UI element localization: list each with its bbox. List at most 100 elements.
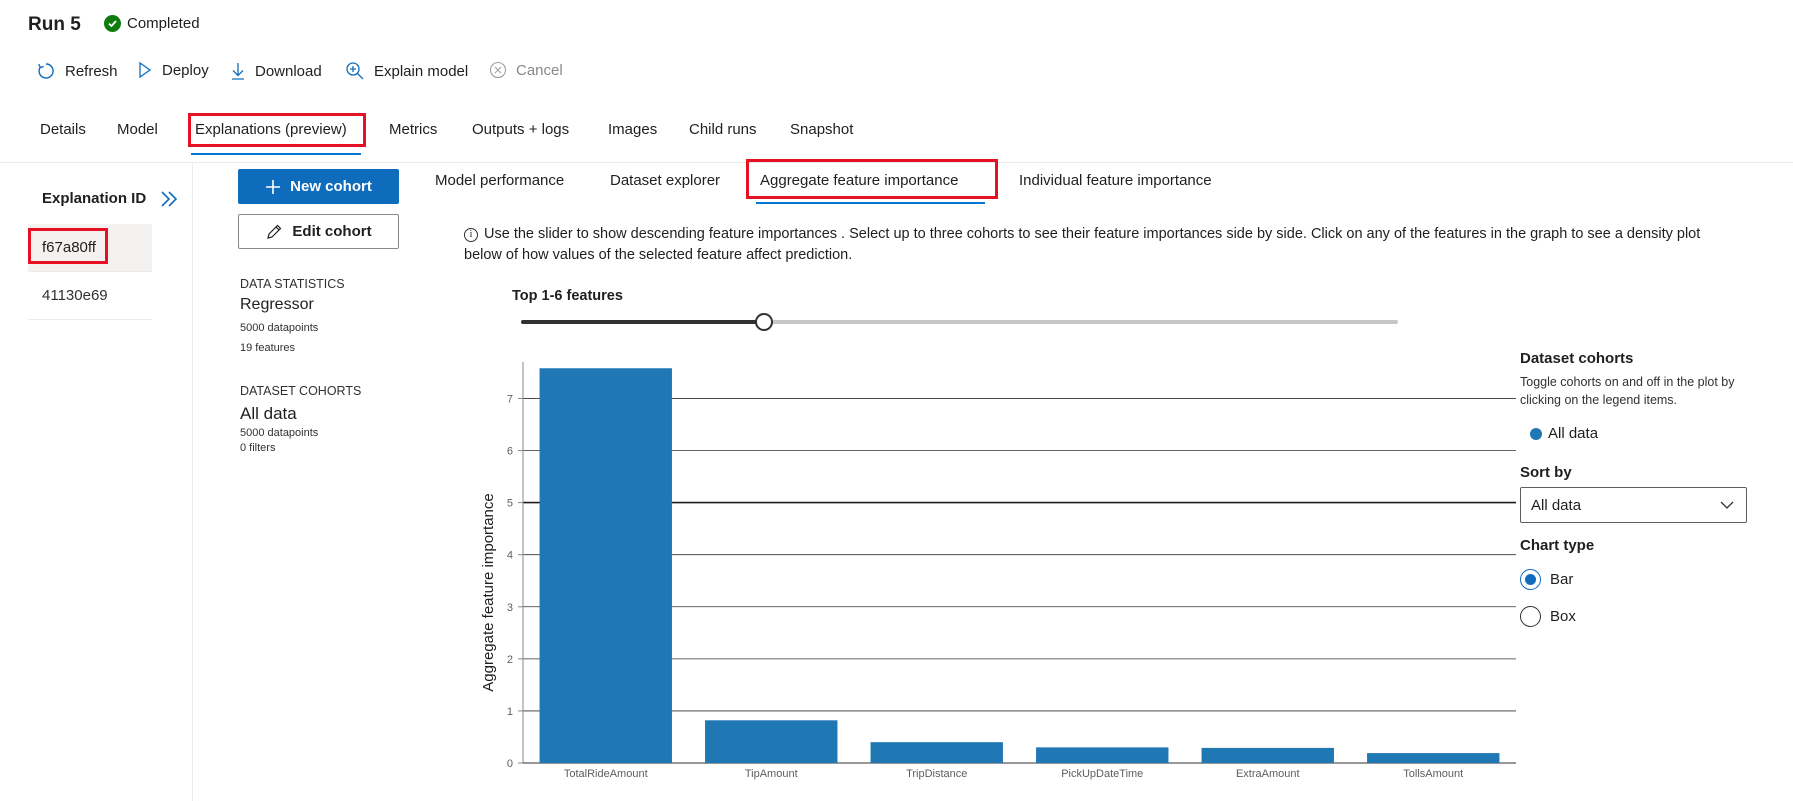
download-icon	[232, 63, 244, 80]
refresh-button[interactable]: Refresh	[36, 61, 118, 81]
download-label: Download	[255, 62, 322, 80]
tab-images[interactable]: Images	[608, 121, 657, 138]
legend-label: All data	[1548, 425, 1599, 442]
new-cohort-button[interactable]: New cohort	[238, 169, 399, 204]
chart-settings-panel: Dataset cohorts Toggle cohorts on and of…	[1520, 350, 1760, 627]
tab-explanations[interactable]: Explanations (preview)	[195, 121, 347, 138]
bar-TollsAmount[interactable]	[1367, 753, 1500, 763]
x-tick-label: ExtraAmount	[1236, 768, 1300, 780]
dataset-cohorts-heading: DATASET COHORTS	[240, 384, 362, 398]
tab-individual-feature-importance[interactable]: Individual feature importance	[1019, 172, 1212, 189]
data-statistics-heading: DATA STATISTICS	[240, 277, 345, 291]
status-label: Completed	[127, 15, 200, 32]
model-type: Regressor	[240, 296, 314, 313]
radio-unchecked-icon	[1520, 606, 1541, 627]
chart-type-bar-label: Bar	[1550, 571, 1574, 588]
legend-dot	[1530, 427, 1542, 440]
cancel-label: Cancel	[516, 61, 563, 79]
legend-item-all-data[interactable]: All data	[1530, 425, 1760, 442]
x-tick-label: PickUpDateTime	[1061, 768, 1143, 780]
explain-model-label: Explain model	[374, 62, 469, 80]
bar-TotalRideAmount[interactable]	[539, 368, 672, 763]
panel-divider	[192, 163, 193, 801]
tab-dataset-explorer[interactable]: Dataset explorer	[610, 172, 720, 189]
y-axis-label: Aggregate feature importance	[480, 493, 497, 691]
bar-TripDistance[interactable]	[870, 742, 1003, 763]
x-tick-label: TollsAmount	[1403, 768, 1463, 780]
explanation-item[interactable]: 41130e69	[28, 272, 152, 320]
datapoints-count: 5000 datapoints	[240, 322, 319, 334]
chevron-down-icon	[1720, 501, 1734, 509]
explanation-id: 41130e69	[42, 287, 108, 304]
y-tick-label: 3	[507, 602, 513, 614]
page-title: Run 5	[28, 14, 81, 35]
y-tick-label: 6	[507, 446, 513, 458]
edit-cohort-label: Edit cohort	[292, 223, 372, 240]
sort-by-dropdown[interactable]: All data	[1520, 487, 1747, 523]
pencil-icon	[267, 224, 282, 239]
chart-type-box-label: Box	[1550, 608, 1576, 625]
active-subtab-indicator	[756, 202, 985, 204]
y-tick-label: 5	[507, 498, 513, 510]
explanation-item[interactable]: f67a80ff	[28, 224, 152, 272]
tab-aggregate-feature-importance[interactable]: Aggregate feature importance	[760, 172, 958, 189]
cancel-icon	[489, 61, 507, 79]
instructions-text: i Use the slider to show descending featu…	[464, 224, 1734, 266]
y-tick-label: 0	[507, 758, 513, 770]
tab-model-performance[interactable]: Model performance	[435, 172, 564, 189]
cohort-name: All data	[240, 404, 297, 423]
refresh-icon	[38, 63, 54, 79]
chart-type-box-option[interactable]: Box	[1520, 606, 1760, 627]
x-tick-label: TripDistance	[906, 768, 967, 780]
y-tick-label: 4	[507, 550, 513, 562]
bar-ExtraAmount[interactable]	[1201, 747, 1334, 763]
slider-label: Top 1-6 features	[512, 288, 623, 304]
radio-checked-icon	[1520, 569, 1541, 590]
feature-count-slider[interactable]	[521, 313, 1398, 331]
tab-details[interactable]: Details	[40, 121, 86, 138]
download-button[interactable]: Download	[230, 61, 322, 81]
tab-outputs-logs[interactable]: Outputs + logs	[472, 121, 569, 138]
x-tick-label: TotalRideAmount	[564, 768, 648, 780]
bar-TipAmount[interactable]	[705, 720, 838, 763]
info-icon: i	[464, 228, 478, 242]
plus-icon	[266, 179, 281, 194]
active-tab-indicator	[191, 153, 361, 155]
edit-cohort-button[interactable]: Edit cohort	[238, 214, 399, 249]
slider-thumb[interactable]	[755, 313, 773, 331]
instructions-content: Use the slider to show descending featur…	[464, 226, 1701, 263]
explanation-id-header: Explanation ID	[42, 190, 147, 207]
tabs-divider	[0, 162, 1793, 163]
status-badge: Completed	[104, 15, 200, 32]
cancel-button[interactable]: Cancel	[489, 61, 563, 79]
explain-model-button[interactable]: Explain model	[345, 61, 468, 81]
tab-metrics[interactable]: Metrics	[389, 121, 437, 138]
dataset-cohorts-description: Toggle cohorts on and off in the plot by…	[1520, 375, 1735, 407]
new-cohort-label: New cohort	[290, 178, 372, 195]
dataset-cohorts-title: Dataset cohorts	[1520, 350, 1634, 367]
chart-type-title: Chart type	[1520, 537, 1595, 554]
slider-fill	[521, 320, 764, 324]
play-icon	[139, 61, 152, 79]
tab-model[interactable]: Model	[117, 121, 158, 138]
tab-child-runs[interactable]: Child runs	[689, 121, 757, 138]
y-tick-label: 7	[507, 393, 513, 405]
checkmark-icon	[104, 15, 121, 32]
deploy-label: Deploy	[162, 61, 209, 79]
bar-PickUpDateTime[interactable]	[1036, 747, 1169, 763]
cohort-datapoints: 5000 datapoints	[240, 427, 319, 439]
explanation-id: f67a80ff	[42, 239, 96, 256]
zoom-in-icon	[346, 62, 364, 80]
chart-type-bar-option[interactable]: Bar	[1520, 569, 1760, 590]
sort-by-value: All data	[1531, 496, 1582, 514]
tab-snapshot[interactable]: Snapshot	[790, 121, 853, 138]
x-tick-label: TipAmount	[745, 768, 798, 780]
feature-importance-chart: 0 1 2 3 4 5 6 7 TotalRideAmount TipAmount TripDist…	[480, 362, 1516, 780]
double-chevron-right-icon[interactable]	[158, 188, 180, 215]
y-tick-label: 1	[507, 706, 513, 718]
refresh-label: Refresh	[65, 62, 118, 80]
y-tick-label: 2	[507, 654, 513, 666]
features-count: 19 features	[240, 342, 296, 354]
deploy-button[interactable]: Deploy	[137, 61, 209, 79]
cohort-filters: 0 filters	[240, 442, 276, 454]
